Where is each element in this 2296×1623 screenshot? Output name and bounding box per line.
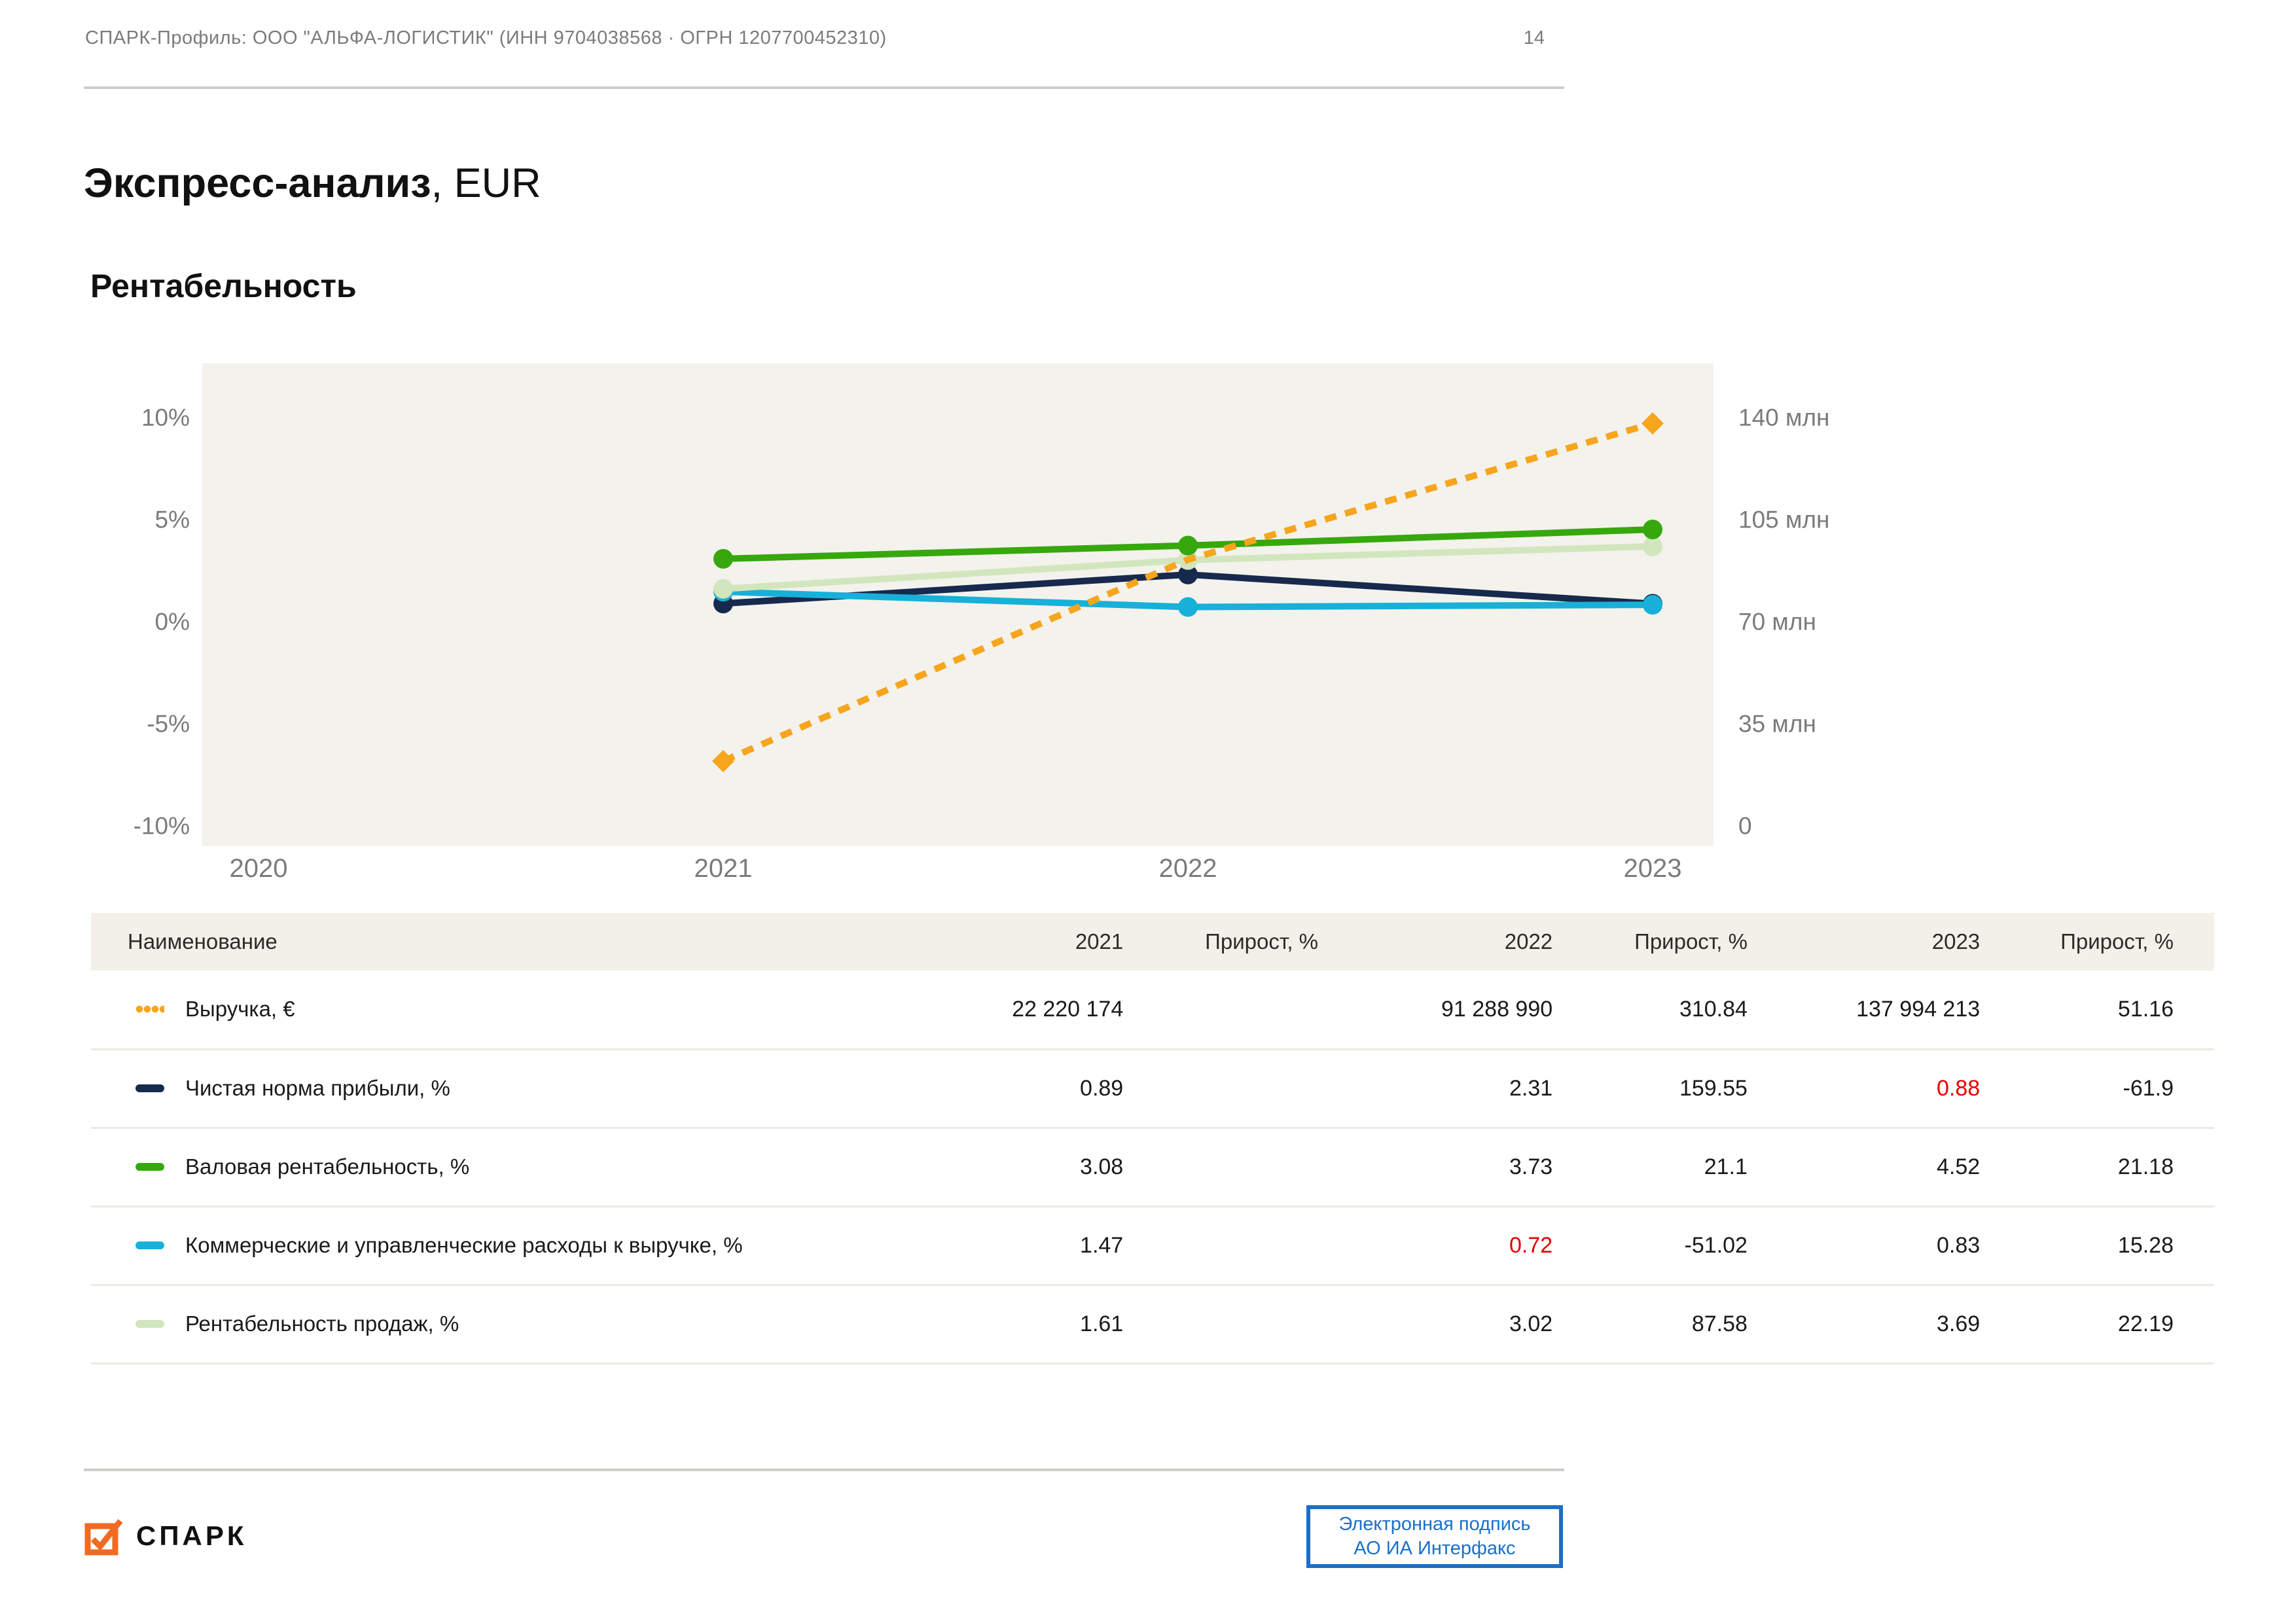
series-line-swatch: [135, 1241, 164, 1249]
table-value-cell: 2.31: [1509, 1075, 1553, 1101]
table-value-cell: 159.55: [1679, 1075, 1748, 1101]
table-value-cell: 0.72: [1509, 1232, 1553, 1258]
table-row: Чистая норма прибыли, % 0.89 2.31 159.55 0.8…: [91, 1049, 2214, 1128]
profitability-table: Наименование 2021 Прирост, % 2022 Прирост, %…: [91, 913, 2214, 1364]
table-value-cell: 3.73: [1509, 1154, 1553, 1179]
spark-logo: СПАРК: [84, 1516, 247, 1556]
table-value-cell: 21.18: [2117, 1154, 2174, 1179]
point-marker: [1643, 595, 1662, 615]
point-marker: [1178, 535, 1198, 556]
table-header-cell: 2022: [1504, 929, 1553, 954]
table-value-cell: -61.9: [2123, 1075, 2174, 1101]
table-header-cell: Наименование: [128, 929, 278, 954]
left-axis-tick: 5%: [155, 507, 190, 533]
series-label: Коммерческие и управленческие расходы к …: [185, 1233, 743, 1257]
page-title-currency: , EUR: [431, 160, 541, 206]
digital-signature-stamp: Электронная подпись АО ИА Интерфакс: [1306, 1505, 1563, 1568]
profitability-chart-svg: 10% 5% 0% -5% -10% 140 млн 105 млн 70 млн 35 млн…: [134, 363, 1829, 883]
x-axis-year-label: 2021: [694, 854, 753, 883]
x-axis-year-label: 2023: [1624, 854, 1682, 883]
table-header-cell: 2021: [1075, 929, 1124, 954]
table-value-cell: 3.69: [1936, 1311, 1981, 1336]
table-value-cell: 22 220 174: [1012, 996, 1124, 1022]
spark-checkbox-icon: [84, 1519, 123, 1556]
table-value-cell: 0.88: [1936, 1075, 1981, 1101]
series-label: Выручка, €: [185, 997, 295, 1022]
table-value-cell: 1.47: [1080, 1232, 1124, 1258]
left-axis-tick: -5%: [147, 711, 190, 738]
page-number: 14: [1523, 27, 1545, 48]
table-value-cell: -51.02: [1684, 1232, 1748, 1258]
left-axis-tick: -10%: [134, 813, 190, 840]
series-line-swatch: [135, 1084, 164, 1092]
table-value-cell: [1123, 1049, 1318, 1128]
right-axis-tick: 105 млн: [1738, 507, 1829, 533]
series-line-swatch: [135, 1005, 164, 1014]
table-row: Выручка, € 22 220 174 91 288 990 310.84 137 …: [91, 971, 2214, 1049]
section-title: Рентабельность: [90, 268, 357, 304]
table-header-cell: Прирост, %: [1205, 929, 1319, 954]
left-axis-tick: 10%: [141, 404, 190, 431]
signature-line-1: Электронная подпись: [1338, 1514, 1531, 1535]
point-marker: [1643, 536, 1662, 556]
table-header-cell: 2023: [1931, 929, 1981, 954]
point-marker: [1178, 597, 1198, 617]
series-label: Рентабельность продаж, %: [185, 1311, 459, 1336]
series-label: Чистая норма прибыли, %: [185, 1076, 450, 1100]
right-axis-tick: 0: [1738, 813, 1752, 840]
table-value-cell: 0.89: [1080, 1075, 1124, 1101]
point-marker: [1643, 519, 1662, 539]
table-value-cell: 0.83: [1936, 1232, 1981, 1258]
table-value-cell: 4.52: [1936, 1154, 1981, 1179]
table-value-cell: [1123, 971, 1318, 1049]
table-value-cell: 91 288 990: [1441, 996, 1553, 1022]
signature-line-2: АО ИА Интерфакс: [1354, 1538, 1516, 1559]
profitability-chart: 10% 5% 0% -5% -10% 140 млн 105 млн 70 млн 35 млн…: [0, 363, 2296, 900]
left-axis-tick: 0%: [155, 609, 190, 635]
series-line-swatch: [135, 1163, 164, 1171]
table-header-cell: Прирост, %: [1634, 929, 1748, 954]
right-axis-tick: 70 млн: [1738, 609, 1816, 635]
table-value-cell: 3.02: [1509, 1311, 1553, 1336]
right-axis-tick: 140 млн: [1738, 404, 1829, 431]
table-value-cell: 21.1: [1704, 1154, 1748, 1179]
series-line-swatch: [135, 1320, 164, 1328]
table-value-cell: 22.19: [2117, 1311, 2174, 1336]
page-title-main: Экспресс-анализ: [84, 160, 431, 206]
table-row: Рентабельность продаж, % 1.61 3.02 87.58 3.6…: [91, 1285, 2214, 1363]
x-axis-year-label: 2020: [230, 854, 288, 883]
header-divider: [84, 86, 1564, 89]
table-value-cell: [1123, 1206, 1318, 1285]
table-row: Валовая рентабельность, % 3.08 3.73 21.1 4.5…: [91, 1128, 2214, 1206]
table-value-cell: 3.08: [1080, 1154, 1124, 1179]
table-value-cell: 15.28: [2117, 1232, 2174, 1258]
table-value-cell: [1123, 1285, 1318, 1363]
series-label: Валовая рентабельность, %: [185, 1154, 470, 1179]
table-value-cell: 51.16: [2117, 996, 2174, 1022]
table-value-cell: 1.61: [1080, 1311, 1124, 1336]
table-value-cell: [1123, 1128, 1318, 1206]
table-header-row: Наименование 2021 Прирост, % 2022 Прирост, %…: [91, 913, 2214, 971]
point-marker: [713, 579, 733, 599]
right-axis-tick: 35 млн: [1738, 711, 1816, 738]
table-value-cell: 87.58: [1691, 1311, 1748, 1336]
table-value-cell: 310.84: [1679, 996, 1748, 1022]
point-marker: [713, 548, 733, 569]
document-header: СПАРК-Профиль: ООО "АЛЬФА-ЛОГИСТИК" (ИНН…: [85, 27, 887, 48]
table-value-cell: 137 994 213: [1856, 996, 1981, 1022]
table-header-cell: Прирост, %: [2060, 929, 2174, 954]
x-axis-year-label: 2022: [1159, 854, 1217, 883]
table-row: Коммерческие и управленческие расходы к …: [91, 1206, 2214, 1285]
spark-logo-text: СПАРК: [136, 1520, 247, 1551]
report-page: СПАРК-Профиль: ООО "АЛЬФА-ЛОГИСТИК" (ИНН…: [0, 0, 2296, 1623]
page-title: Экспресс-анализ, EUR: [84, 160, 541, 206]
footer-divider: [84, 1469, 1564, 1471]
